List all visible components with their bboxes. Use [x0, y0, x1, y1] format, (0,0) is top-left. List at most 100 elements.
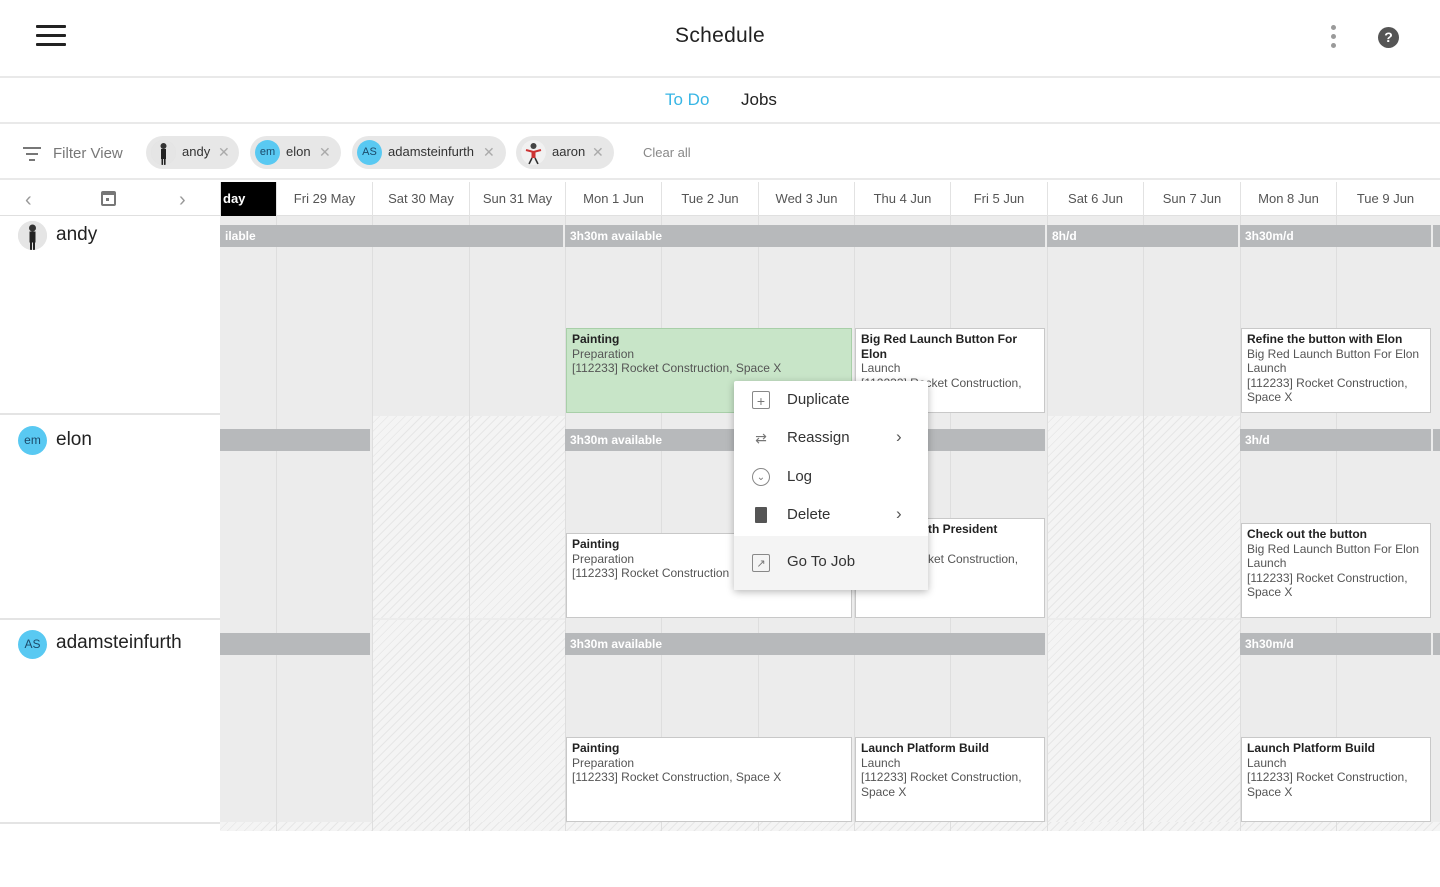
- task-card[interactable]: Launch Platform Build Launch [112233] Ro…: [1241, 737, 1431, 822]
- day-header[interactable]: Fri 5 Jun: [950, 182, 1047, 216]
- card-title: Big Red Launch Button For Elon: [861, 332, 1017, 361]
- grid-line: [276, 216, 277, 831]
- grid-line: [469, 216, 470, 831]
- day-header-today[interactable]: day: [220, 182, 276, 216]
- tab-todo[interactable]: To Do: [665, 90, 709, 110]
- log-icon: ⌄: [752, 468, 770, 486]
- row-name: andy: [56, 224, 98, 245]
- menu-item-label: Duplicate: [787, 391, 850, 408]
- menu-item-log[interactable]: ⌄ Log: [734, 458, 928, 496]
- close-icon[interactable]: ✕: [218, 144, 230, 161]
- card-line: [112233] Rocket Construction,: [1247, 375, 1408, 390]
- menu-item-duplicate[interactable]: + Duplicate: [734, 381, 928, 419]
- card-line: Launch: [1247, 556, 1287, 570]
- chevron-right-icon[interactable]: ›: [179, 189, 186, 212]
- card-line: Big Red Launch Button For Elon: [1247, 346, 1420, 361]
- availability-bar: ilable: [220, 225, 563, 247]
- availability-bar: 3h30m available: [565, 225, 1045, 247]
- card-title: Check out the button: [1247, 527, 1367, 541]
- card-line: [112233] Rocket Construction,: [1247, 770, 1408, 784]
- card-line: ket Construction,: [928, 551, 1019, 566]
- unavailable-area: [220, 822, 1440, 831]
- more-options-icon[interactable]: [1324, 25, 1344, 49]
- filter-view-label[interactable]: Filter View: [53, 145, 123, 162]
- view-tabs: To Do Jobs: [0, 80, 1440, 124]
- availability-bar: [1433, 633, 1440, 655]
- avatar: em: [18, 426, 47, 455]
- day-header[interactable]: Sat 6 Jun: [1047, 182, 1143, 216]
- day-header[interactable]: Thu 4 Jun: [854, 182, 950, 216]
- date-header: ‹ › day Fri 29 May Sat 30 May Sun 31 May…: [0, 182, 1440, 216]
- chevron-left-icon[interactable]: ‹: [25, 189, 32, 212]
- chip-label: andy: [182, 144, 211, 159]
- day-header[interactable]: Fri 29 May: [276, 182, 372, 216]
- card-title: Painting: [572, 332, 620, 346]
- clear-all-button[interactable]: Clear all: [643, 145, 691, 160]
- card-title: th President: [928, 522, 998, 536]
- availability-bar: 3h/d: [1240, 429, 1431, 451]
- day-header[interactable]: Mon 1 Jun: [565, 182, 661, 216]
- card-line: Preparation: [572, 755, 635, 770]
- task-card[interactable]: Painting Preparation [112233] Rocket Con…: [566, 737, 852, 822]
- avatar: [18, 221, 47, 250]
- grid-line: [1047, 216, 1048, 831]
- card-line: Space X: [1247, 390, 1293, 404]
- avatar: [151, 140, 176, 165]
- avatar: em: [255, 140, 280, 165]
- availability-bar: [1433, 429, 1440, 451]
- availability-bar: [220, 633, 370, 655]
- card-line: Launch: [861, 755, 901, 770]
- card-title: Launch Platform Build: [1247, 741, 1376, 755]
- chip-label: elon: [286, 144, 311, 159]
- day-header[interactable]: Sun 31 May: [469, 182, 565, 216]
- chevron-right-icon: ›: [896, 427, 902, 446]
- help-icon[interactable]: ?: [1378, 27, 1399, 48]
- row-adamsteinfurth: AS adamsteinfurth: [0, 620, 220, 823]
- page-title: Schedule: [675, 24, 765, 47]
- filter-chip-adamsteinfurth[interactable]: AS adamsteinfurth ✕: [352, 136, 506, 169]
- menu-item-label: Delete: [787, 506, 831, 523]
- day-header[interactable]: Wed 3 Jun: [758, 182, 854, 216]
- app-header: Schedule ?: [0, 0, 1440, 78]
- availability-bar: 8h/d: [1047, 225, 1238, 247]
- card-line: [112233] Rocket Construction,: [861, 770, 1022, 784]
- grid-line: [372, 216, 373, 831]
- day-header[interactable]: Tue 9 Jun: [1336, 182, 1434, 216]
- calendar-icon[interactable]: [101, 191, 116, 206]
- card-title: Launch Platform Build: [861, 741, 990, 755]
- availability-bar: 3h30m available: [565, 633, 1045, 655]
- menu-item-reassign[interactable]: ⇄ Reassign ›: [734, 419, 928, 457]
- context-menu: + Duplicate ⇄ Reassign › ⌄ Log Delete › …: [734, 381, 928, 590]
- filter-chip-elon[interactable]: em elon ✕: [250, 136, 341, 169]
- avatar: [521, 140, 546, 165]
- card-line: Launch: [1247, 755, 1287, 770]
- day-header[interactable]: Sat 30 May: [372, 182, 469, 216]
- filter-chip-andy[interactable]: andy ✕: [146, 136, 239, 169]
- grid-line: [1143, 216, 1144, 831]
- close-icon[interactable]: ✕: [319, 144, 331, 161]
- card-title: Refine the button with Elon: [1247, 332, 1403, 346]
- close-icon[interactable]: ✕: [592, 144, 604, 161]
- filter-icon[interactable]: [23, 147, 41, 161]
- tab-jobs[interactable]: Jobs: [741, 90, 777, 110]
- day-header[interactable]: Tue 2 Jun: [661, 182, 758, 216]
- card-line: Launch: [1247, 361, 1287, 375]
- menu-item-delete[interactable]: Delete ›: [734, 496, 928, 534]
- availability-bar: [220, 429, 370, 451]
- card-line: Launch: [861, 361, 901, 375]
- row-elon: em elon: [0, 416, 220, 618]
- task-card[interactable]: Refine the button with Elon Big Red Laun…: [1241, 328, 1431, 413]
- chevron-right-icon: ›: [896, 504, 902, 523]
- avatar: AS: [18, 630, 47, 659]
- card-title: Painting: [572, 741, 620, 755]
- filter-chip-aaron[interactable]: aaron ✕: [516, 136, 614, 169]
- menu-item-go-to-job[interactable]: ↗ Go To Job: [734, 536, 928, 590]
- day-header[interactable]: Mon 8 Jun: [1240, 182, 1336, 216]
- close-icon[interactable]: ✕: [483, 144, 495, 161]
- menu-item-label: Log: [787, 468, 813, 485]
- day-header[interactable]: Sun 7 Jun: [1143, 182, 1240, 216]
- task-card[interactable]: Check out the button Big Red Launch Butt…: [1241, 523, 1431, 618]
- card-line: [112233] Rocket Construction, Space X: [572, 770, 782, 784]
- task-card[interactable]: Launch Platform Build Launch [112233] Ro…: [855, 737, 1045, 822]
- card-line: Big Red Launch Button For Elon: [1247, 541, 1420, 556]
